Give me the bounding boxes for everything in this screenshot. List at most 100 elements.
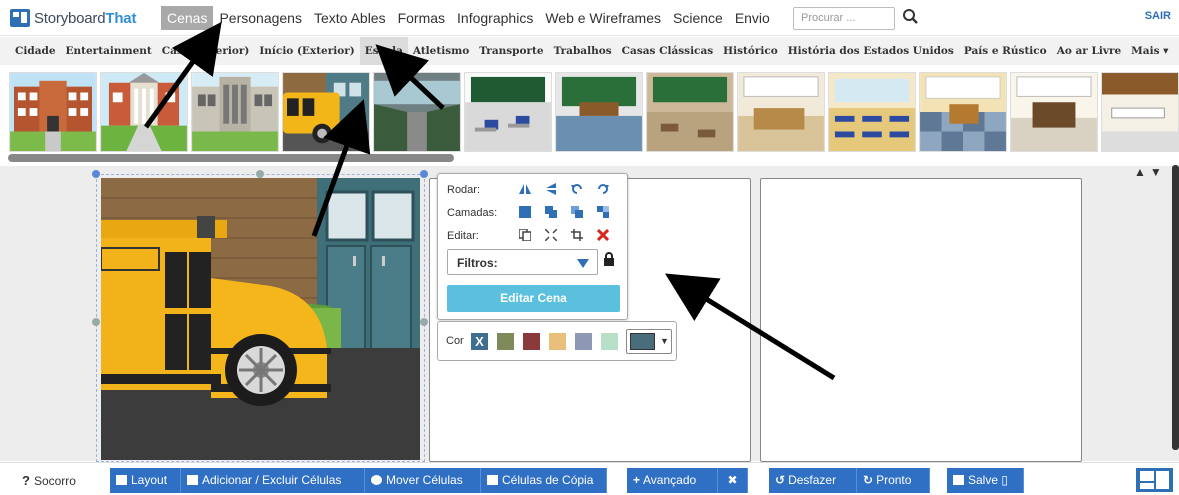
logo-icon bbox=[10, 9, 30, 27]
move-cells-button[interactable]: Mover Células bbox=[365, 468, 481, 493]
scene-thumb-cafeteria[interactable] bbox=[1101, 72, 1179, 152]
flip-horizontal-icon[interactable] bbox=[519, 183, 531, 195]
done-button[interactable]: ↻ Pronto bbox=[857, 468, 930, 493]
nav-science[interactable]: Science bbox=[667, 6, 729, 30]
crop-icon[interactable] bbox=[571, 229, 583, 241]
category-casas-classicas[interactable]: Casas Clássicas bbox=[617, 37, 719, 65]
help-icon: ? bbox=[22, 473, 30, 488]
add-cells-icon bbox=[187, 475, 198, 485]
expand-icon: ✖ bbox=[727, 473, 738, 487]
logout-link[interactable]: SAIR bbox=[1145, 10, 1171, 22]
nav-personagens[interactable]: Personagens bbox=[213, 6, 308, 30]
scene-thumb-classroom-board[interactable] bbox=[555, 72, 643, 152]
scene-thumb-classroom-rows[interactable] bbox=[828, 72, 916, 152]
color-swatch-tan[interactable] bbox=[549, 333, 566, 350]
top-nav: StoryboardThat Cenas Personagens Texto A… bbox=[0, 0, 1179, 36]
category-historico[interactable]: Histórico bbox=[718, 37, 783, 65]
scene-thumb-classroom-desks[interactable] bbox=[646, 72, 734, 152]
rotate-label: Rodar: bbox=[447, 184, 481, 196]
move-icon bbox=[371, 475, 382, 485]
category-inicio-exterior[interactable]: Início (Exterior) bbox=[254, 37, 359, 65]
resize-handle-mr[interactable] bbox=[420, 318, 428, 326]
nav-web-wireframes[interactable]: Web e Wireframes bbox=[539, 6, 667, 30]
scene-edit-popup: Rodar: Camadas: Editar: Filtros: Editar … bbox=[437, 173, 628, 320]
category-historia-eua[interactable]: História dos Estados Unidos bbox=[783, 37, 959, 65]
color-swatch-maroon[interactable] bbox=[523, 333, 540, 350]
category-entertainment[interactable]: Entertainment bbox=[61, 37, 157, 65]
category-casa-interior[interactable]: Casa (Interior) bbox=[157, 37, 255, 65]
scene-thumb-school-grey[interactable] bbox=[191, 72, 279, 152]
cell-1-scene-school-bus[interactable] bbox=[101, 178, 420, 460]
scene-thumb-classroom-chairs[interactable] bbox=[464, 72, 552, 152]
copy-icon bbox=[487, 475, 498, 485]
save-button[interactable]: Salve ▯ bbox=[947, 468, 1024, 493]
category-ao-ar-livre[interactable]: Ao ar Livre bbox=[1052, 37, 1126, 65]
category-atletismo[interactable]: Atletismo bbox=[408, 37, 474, 65]
search-icon[interactable] bbox=[902, 8, 920, 26]
edit-label: Editar: bbox=[447, 230, 479, 242]
lock-icon[interactable] bbox=[603, 252, 615, 266]
color-picker-bar: Cor X ▼ bbox=[437, 321, 677, 361]
color-swatch-slate[interactable] bbox=[575, 333, 592, 350]
scene-thumb-school-bus[interactable] bbox=[282, 72, 370, 152]
category-mais[interactable]: Mais ▾ bbox=[1126, 37, 1173, 65]
copy-cells-button[interactable]: Células de Cópia bbox=[481, 468, 607, 493]
category-trabalhos[interactable]: Trabalhos bbox=[549, 37, 617, 65]
undo-icon: ↺ bbox=[775, 473, 786, 487]
resize-icon[interactable] bbox=[545, 229, 557, 241]
scene-thumb-school-exterior[interactable] bbox=[9, 72, 97, 152]
filters-dropdown[interactable]: Filtros: bbox=[447, 249, 598, 275]
rotate-left-icon[interactable] bbox=[571, 183, 583, 195]
scene-thumb-lab[interactable] bbox=[919, 72, 1007, 152]
copy-icon[interactable] bbox=[519, 229, 531, 241]
undo-button[interactable]: ↺ Desfazer bbox=[769, 468, 857, 493]
storyboard-cell-3[interactable] bbox=[760, 178, 1082, 462]
nav-formas[interactable]: Formas bbox=[392, 6, 451, 30]
layers-label: Camadas: bbox=[447, 207, 498, 219]
category-escola[interactable]: Escola bbox=[359, 37, 408, 65]
bring-to-front-icon[interactable] bbox=[519, 206, 531, 218]
send-to-back-icon[interactable] bbox=[597, 206, 609, 218]
bottom-toolbar: ? Socorro Layout Adicionar / Excluir Célu… bbox=[0, 462, 1179, 495]
storyboardthat-logo[interactable]: StoryboardThat bbox=[10, 8, 136, 28]
resize-handle-tr[interactable] bbox=[420, 170, 428, 178]
search-input[interactable]: Procurar ... bbox=[793, 7, 895, 30]
resize-handle-tm[interactable] bbox=[256, 170, 264, 178]
scene-thumbnail-strip bbox=[0, 66, 1179, 162]
layout-button[interactable]: Layout bbox=[110, 468, 181, 493]
thumbnail-scrollbar[interactable] bbox=[8, 154, 454, 162]
flip-vertical-icon[interactable] bbox=[545, 183, 557, 195]
nav-envio[interactable]: Envio bbox=[729, 6, 776, 30]
color-swatch-mint[interactable] bbox=[601, 333, 618, 350]
scene-thumb-classroom-cabinet[interactable] bbox=[1010, 72, 1098, 152]
rotate-right-icon[interactable] bbox=[597, 183, 609, 195]
scene-thumb-bus-interior[interactable] bbox=[373, 72, 461, 152]
nav-infographics[interactable]: Infographics bbox=[451, 6, 539, 30]
color-label: Cor bbox=[446, 335, 464, 347]
category-pais-rustico[interactable]: País e Rústico bbox=[959, 37, 1052, 65]
nav-cenas[interactable]: Cenas bbox=[161, 6, 214, 30]
help-link[interactable]: ? Socorro bbox=[22, 473, 76, 488]
chevron-down-icon: ▼ bbox=[660, 336, 669, 346]
delete-icon[interactable] bbox=[597, 229, 609, 241]
add-remove-cells-button[interactable]: Adicionar / Excluir Células bbox=[181, 468, 365, 493]
editor-vertical-scrollbar[interactable] bbox=[1172, 165, 1179, 450]
category-cidade[interactable]: Cidade bbox=[10, 37, 61, 65]
category-transporte[interactable]: Transporte bbox=[474, 37, 548, 65]
fullscreen-button[interactable]: ✖ bbox=[718, 468, 748, 493]
resize-handle-ml[interactable] bbox=[92, 318, 100, 326]
color-swatch-olive[interactable] bbox=[497, 333, 514, 350]
color-swatch-reset[interactable]: X bbox=[471, 333, 488, 350]
edit-scene-button[interactable]: Editar Cena bbox=[447, 285, 620, 312]
scene-thumb-school-lawn[interactable] bbox=[100, 72, 188, 152]
advanced-button[interactable]: + Avançado bbox=[627, 468, 718, 493]
resize-handle-tl[interactable] bbox=[92, 170, 100, 178]
collapse-expand-arrows[interactable]: ▲▼ bbox=[1134, 165, 1166, 179]
bring-forward-icon[interactable] bbox=[545, 206, 557, 218]
layout-icon bbox=[116, 475, 127, 485]
custom-color-dropdown[interactable]: ▼ bbox=[626, 329, 672, 354]
scene-thumb-teacher-desk[interactable] bbox=[737, 72, 825, 152]
nav-texto-ables[interactable]: Texto Ables bbox=[308, 6, 392, 30]
send-backward-icon[interactable] bbox=[571, 206, 583, 218]
storyboard-view-icon[interactable] bbox=[1135, 467, 1174, 493]
